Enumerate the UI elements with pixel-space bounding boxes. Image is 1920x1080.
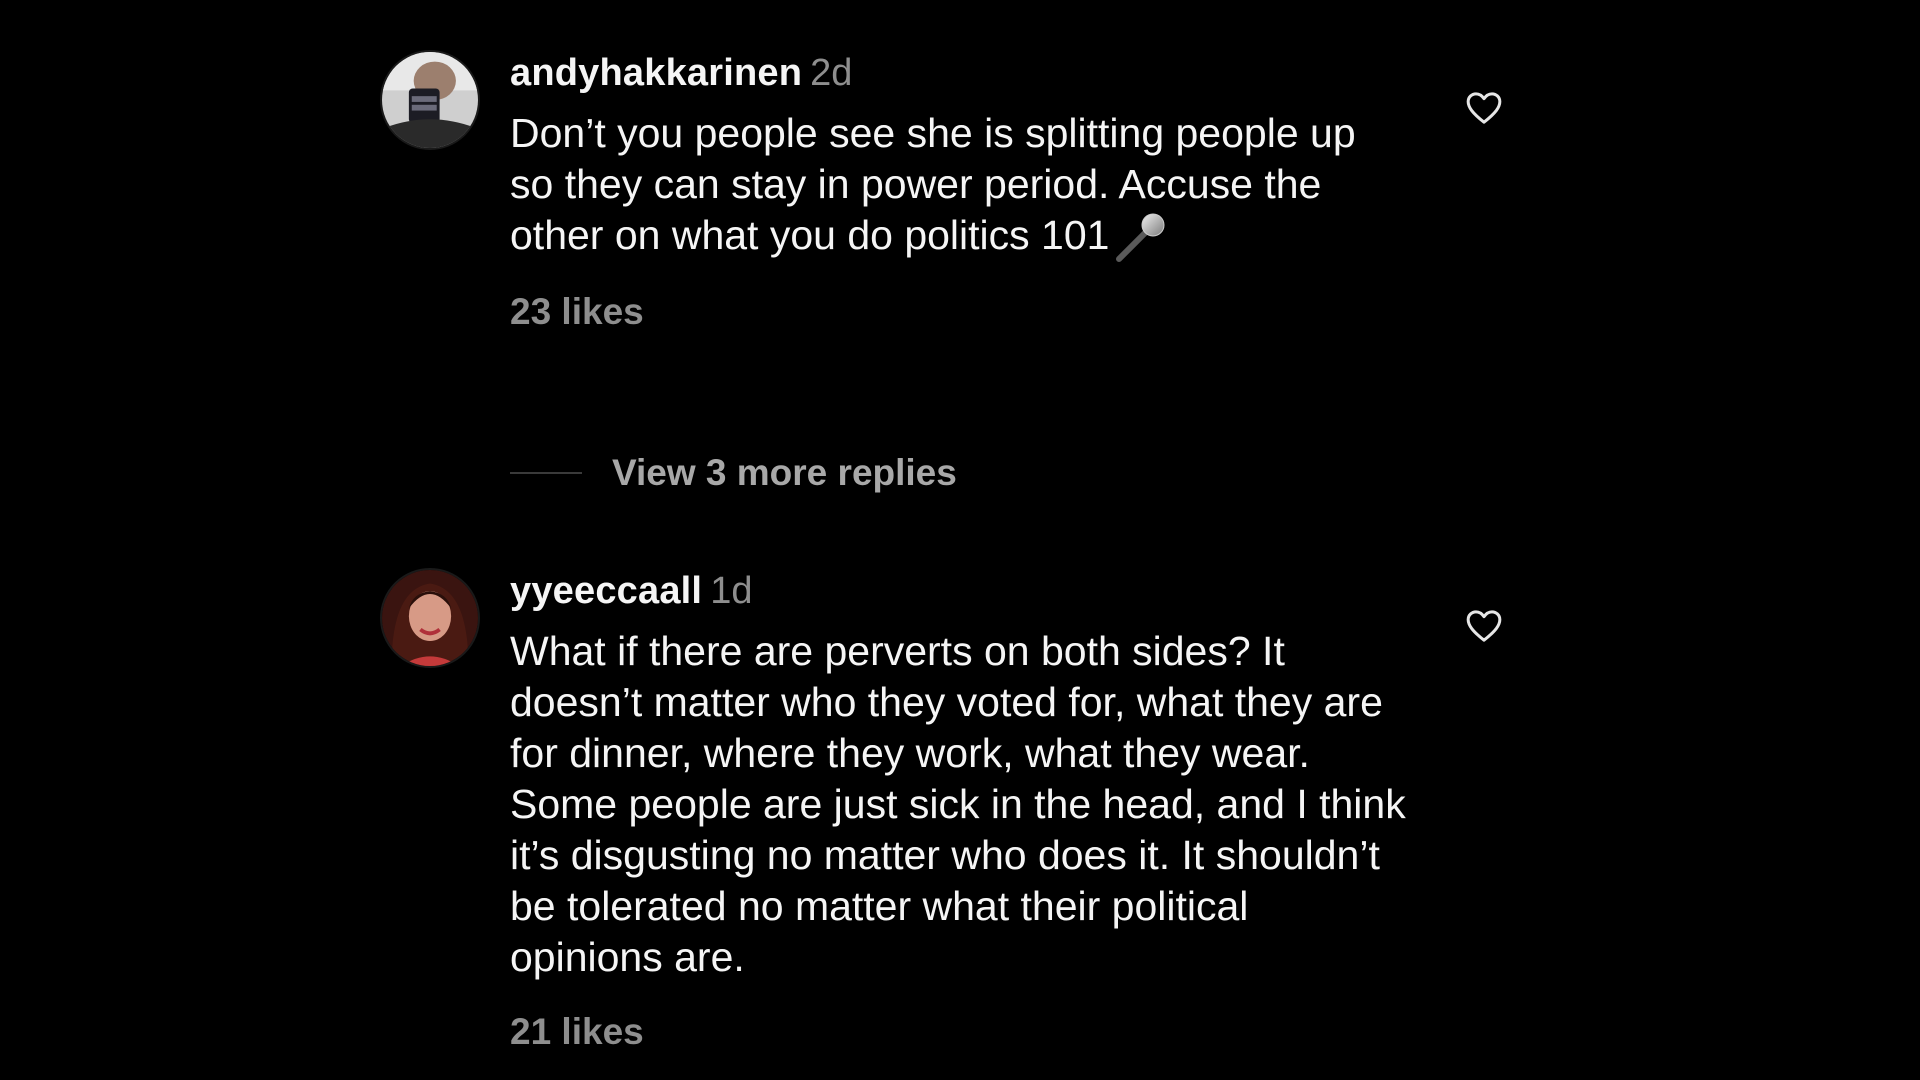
- timestamp: 1d: [710, 570, 753, 612]
- view-more-replies-button[interactable]: View 3 more replies: [510, 448, 957, 498]
- timestamp: 2d: [810, 52, 853, 94]
- comment-text: What if there are perverts on both sides…: [510, 626, 1410, 983]
- avatar-image: [382, 570, 478, 666]
- view-replies-label: View 3 more replies: [612, 452, 957, 493]
- comment-text-content: What if there are perverts on both sides…: [510, 628, 1406, 980]
- replies-divider: [510, 472, 582, 474]
- comment-text-content: Don’t you people see she is splitting pe…: [510, 110, 1356, 258]
- likes-count[interactable]: 23 likes: [510, 291, 1410, 333]
- comment-header: andyhakkarinen 2d: [510, 50, 1410, 96]
- comment-text: Don’t you people see she is splitting pe…: [510, 108, 1410, 263]
- comment-body: yyeeccaall 1d What if there are perverts …: [510, 568, 1410, 1053]
- like-heart-icon[interactable]: [1464, 606, 1504, 646]
- comments-screen: andyhakkarinen 2d Don’t you people see sh…: [0, 0, 1920, 1080]
- avatar[interactable]: [380, 50, 480, 150]
- avatar-image: [382, 52, 478, 148]
- comment-header: yyeeccaall 1d: [510, 568, 1410, 614]
- avatar[interactable]: [380, 568, 480, 668]
- comment-body: andyhakkarinen 2d Don’t you people see sh…: [510, 50, 1410, 333]
- username[interactable]: andyhakkarinen: [510, 52, 802, 94]
- likes-count[interactable]: 21 likes: [510, 1011, 1410, 1053]
- like-heart-icon[interactable]: [1464, 88, 1504, 128]
- username[interactable]: yyeeccaall: [510, 570, 702, 612]
- microphone-icon: [1111, 213, 1171, 263]
